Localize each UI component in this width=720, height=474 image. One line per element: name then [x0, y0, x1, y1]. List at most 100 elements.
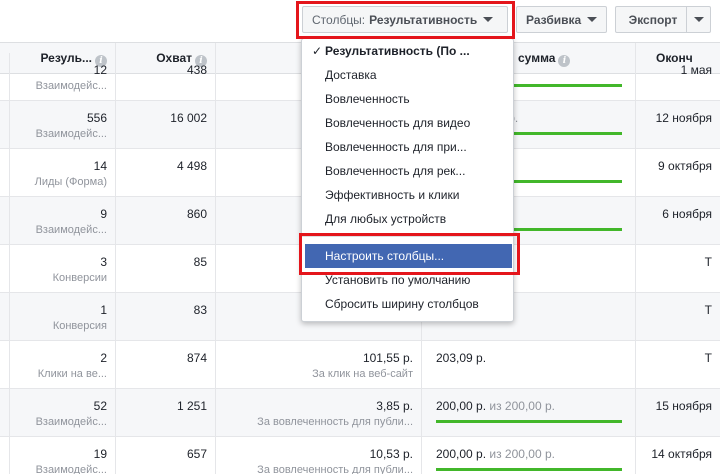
row-select-cell[interactable] — [0, 149, 10, 196]
spend-progress-bar — [436, 468, 622, 471]
results-type: Клики на ве... — [37, 368, 107, 380]
row-select-cell[interactable] — [0, 437, 10, 474]
spent-value: 200,00 р. из 200,00 р. — [436, 399, 555, 413]
reach-cell: 85 — [116, 245, 216, 292]
end-date-cell: 1 мая — [636, 53, 720, 100]
end-date-value: 6 ноября — [662, 207, 712, 221]
row-select-cell[interactable] — [0, 101, 10, 148]
breakdown-button-label: Разбивка — [526, 12, 582, 27]
results-cell: 12 Взаимодейс... — [10, 53, 116, 100]
spend-progress-bar — [436, 420, 622, 423]
checkmark-icon: ✓ — [312, 44, 323, 58]
end-date-value: Т — [704, 303, 712, 317]
table-row[interactable]: 19 Взаимодейс... 657 10,53 р. За вовлеченнос… — [0, 437, 720, 474]
menu-item-ad-engagement[interactable]: Вовлеченность для рек... — [302, 159, 513, 183]
cost-type: За вовлеченность для публи... — [257, 416, 413, 428]
end-date-value: 9 октября — [658, 159, 712, 173]
spent-value: 203,09 р. — [436, 351, 486, 365]
reach-value: 83 — [193, 303, 207, 317]
results-type: Взаимодейс... — [35, 80, 107, 92]
end-date-cell: Т — [636, 293, 720, 340]
menu-item-configure-columns[interactable]: Настроить столбцы... — [305, 244, 512, 268]
results-type: Взаимодейс... — [35, 416, 107, 428]
row-select-cell[interactable] — [0, 53, 10, 100]
spent-cell: 200,00 р. из 200,00 р. — [422, 389, 636, 436]
results-cell: 52 Взаимодейс... — [10, 389, 116, 436]
menu-item-delivery[interactable]: Доставка — [302, 63, 513, 87]
menu-item-reset-widths[interactable]: Сбросить ширину столбцов — [302, 292, 513, 316]
row-select-cell[interactable] — [0, 389, 10, 436]
reach-value: 85 — [193, 255, 207, 269]
export-options-toggle[interactable] — [686, 7, 710, 32]
results-type: Взаимодейс... — [35, 464, 107, 474]
results-type: Взаимодейс... — [35, 128, 107, 140]
end-date-cell: 9 октября — [636, 149, 720, 196]
reach-cell: 83 — [116, 293, 216, 340]
reach-value: 860 — [186, 207, 207, 221]
menu-item-engagement[interactable]: Вовлеченность — [302, 87, 513, 111]
cost-type: За вовлеченность для публи... — [257, 464, 413, 474]
spent-amount: 203,09 р. — [436, 351, 487, 365]
end-date-cell: 6 ноября — [636, 197, 720, 244]
end-date-cell: Т — [636, 245, 720, 292]
end-date-cell: 14 октября — [636, 437, 720, 474]
caret-down-icon — [483, 17, 494, 22]
results-type: Конверсии — [52, 272, 107, 284]
cost-cell: 3,85 р. За вовлеченность для публи... — [216, 389, 422, 436]
results-value: 9 — [100, 207, 107, 221]
results-value: 52 — [93, 399, 107, 413]
menu-item-video-engagement[interactable]: Вовлеченность для видео — [302, 111, 513, 135]
end-date-value: 15 ноября — [655, 399, 712, 413]
row-select-cell[interactable] — [0, 245, 10, 292]
menu-divider — [302, 236, 513, 237]
columns-button[interactable]: Столбцы: Результативность — [302, 6, 508, 33]
row-select-cell[interactable] — [0, 293, 10, 340]
end-date-cell: 15 ноября — [636, 389, 720, 436]
caret-down-icon — [587, 17, 598, 22]
menu-item-performance[interactable]: ✓ Результативность (По ... — [302, 39, 513, 63]
end-date-value: 1 мая — [680, 63, 712, 77]
reach-cell: 1 251 — [116, 389, 216, 436]
spent-amount: 200,00 р. — [436, 399, 487, 413]
row-select-cell[interactable] — [0, 197, 10, 244]
end-date-value: 12 ноября — [655, 111, 712, 125]
cost-type: За клик на веб-сайт — [312, 368, 413, 380]
breakdown-button[interactable]: Разбивка — [516, 6, 607, 33]
cost-value: 3,85 р. — [376, 399, 413, 413]
results-type: Лиды (Форма) — [34, 176, 107, 188]
end-date-value: Т — [704, 351, 712, 365]
end-date-value: Т — [704, 255, 712, 269]
results-value: 1 — [100, 303, 107, 317]
reach-value: 657 — [186, 447, 207, 461]
export-button[interactable]: Экспорт — [615, 6, 711, 33]
row-select-cell[interactable] — [0, 341, 10, 388]
spent-cell: 203,09 р. — [422, 341, 636, 388]
end-date-value: 14 октября — [651, 447, 712, 461]
spent-budget: из 200,00 р. — [489, 399, 555, 413]
reach-cell: 657 — [116, 437, 216, 474]
results-value: 556 — [86, 111, 107, 125]
reach-cell: 860 — [116, 197, 216, 244]
menu-item-set-default[interactable]: Установить по умолчанию — [302, 268, 513, 292]
spent-amount: 200,00 р. — [436, 447, 487, 461]
menu-item-app-engagement[interactable]: Вовлеченность для при... — [302, 135, 513, 159]
menu-item-performance-clicks[interactable]: Эффективность и клики — [302, 183, 513, 207]
reach-value: 1 251 — [176, 399, 207, 413]
reach-value: 874 — [186, 351, 207, 365]
reach-value: 4 498 — [176, 159, 207, 173]
reach-cell: 4 498 — [116, 149, 216, 196]
results-cell: 19 Взаимодейс... — [10, 437, 116, 474]
menu-item-label: Результативность (По ... — [325, 44, 470, 58]
reach-value: 438 — [186, 63, 207, 77]
table-row[interactable]: 52 Взаимодейс... 1 251 3,85 р. За вовлеченно… — [0, 389, 720, 437]
export-button-label: Экспорт — [628, 12, 678, 27]
table-row[interactable]: 2 Клики на ве... 874 101,55 р. За клик на ве… — [0, 341, 720, 389]
end-date-cell: 12 ноября — [636, 101, 720, 148]
menu-item-cross-device[interactable]: Для любых устройств — [302, 207, 513, 231]
results-value: 12 — [93, 63, 107, 77]
spent-value: 200,00 р. из 200,00 р. — [436, 447, 555, 461]
results-cell: 14 Лиды (Форма) — [10, 149, 116, 196]
spent-cell: 200,00 р. из 200,00 р. — [422, 437, 636, 474]
toolbar: Столбцы: Результативность Разбивка Экспо… — [0, 0, 720, 42]
results-cell: 9 Взаимодейс... — [10, 197, 116, 244]
